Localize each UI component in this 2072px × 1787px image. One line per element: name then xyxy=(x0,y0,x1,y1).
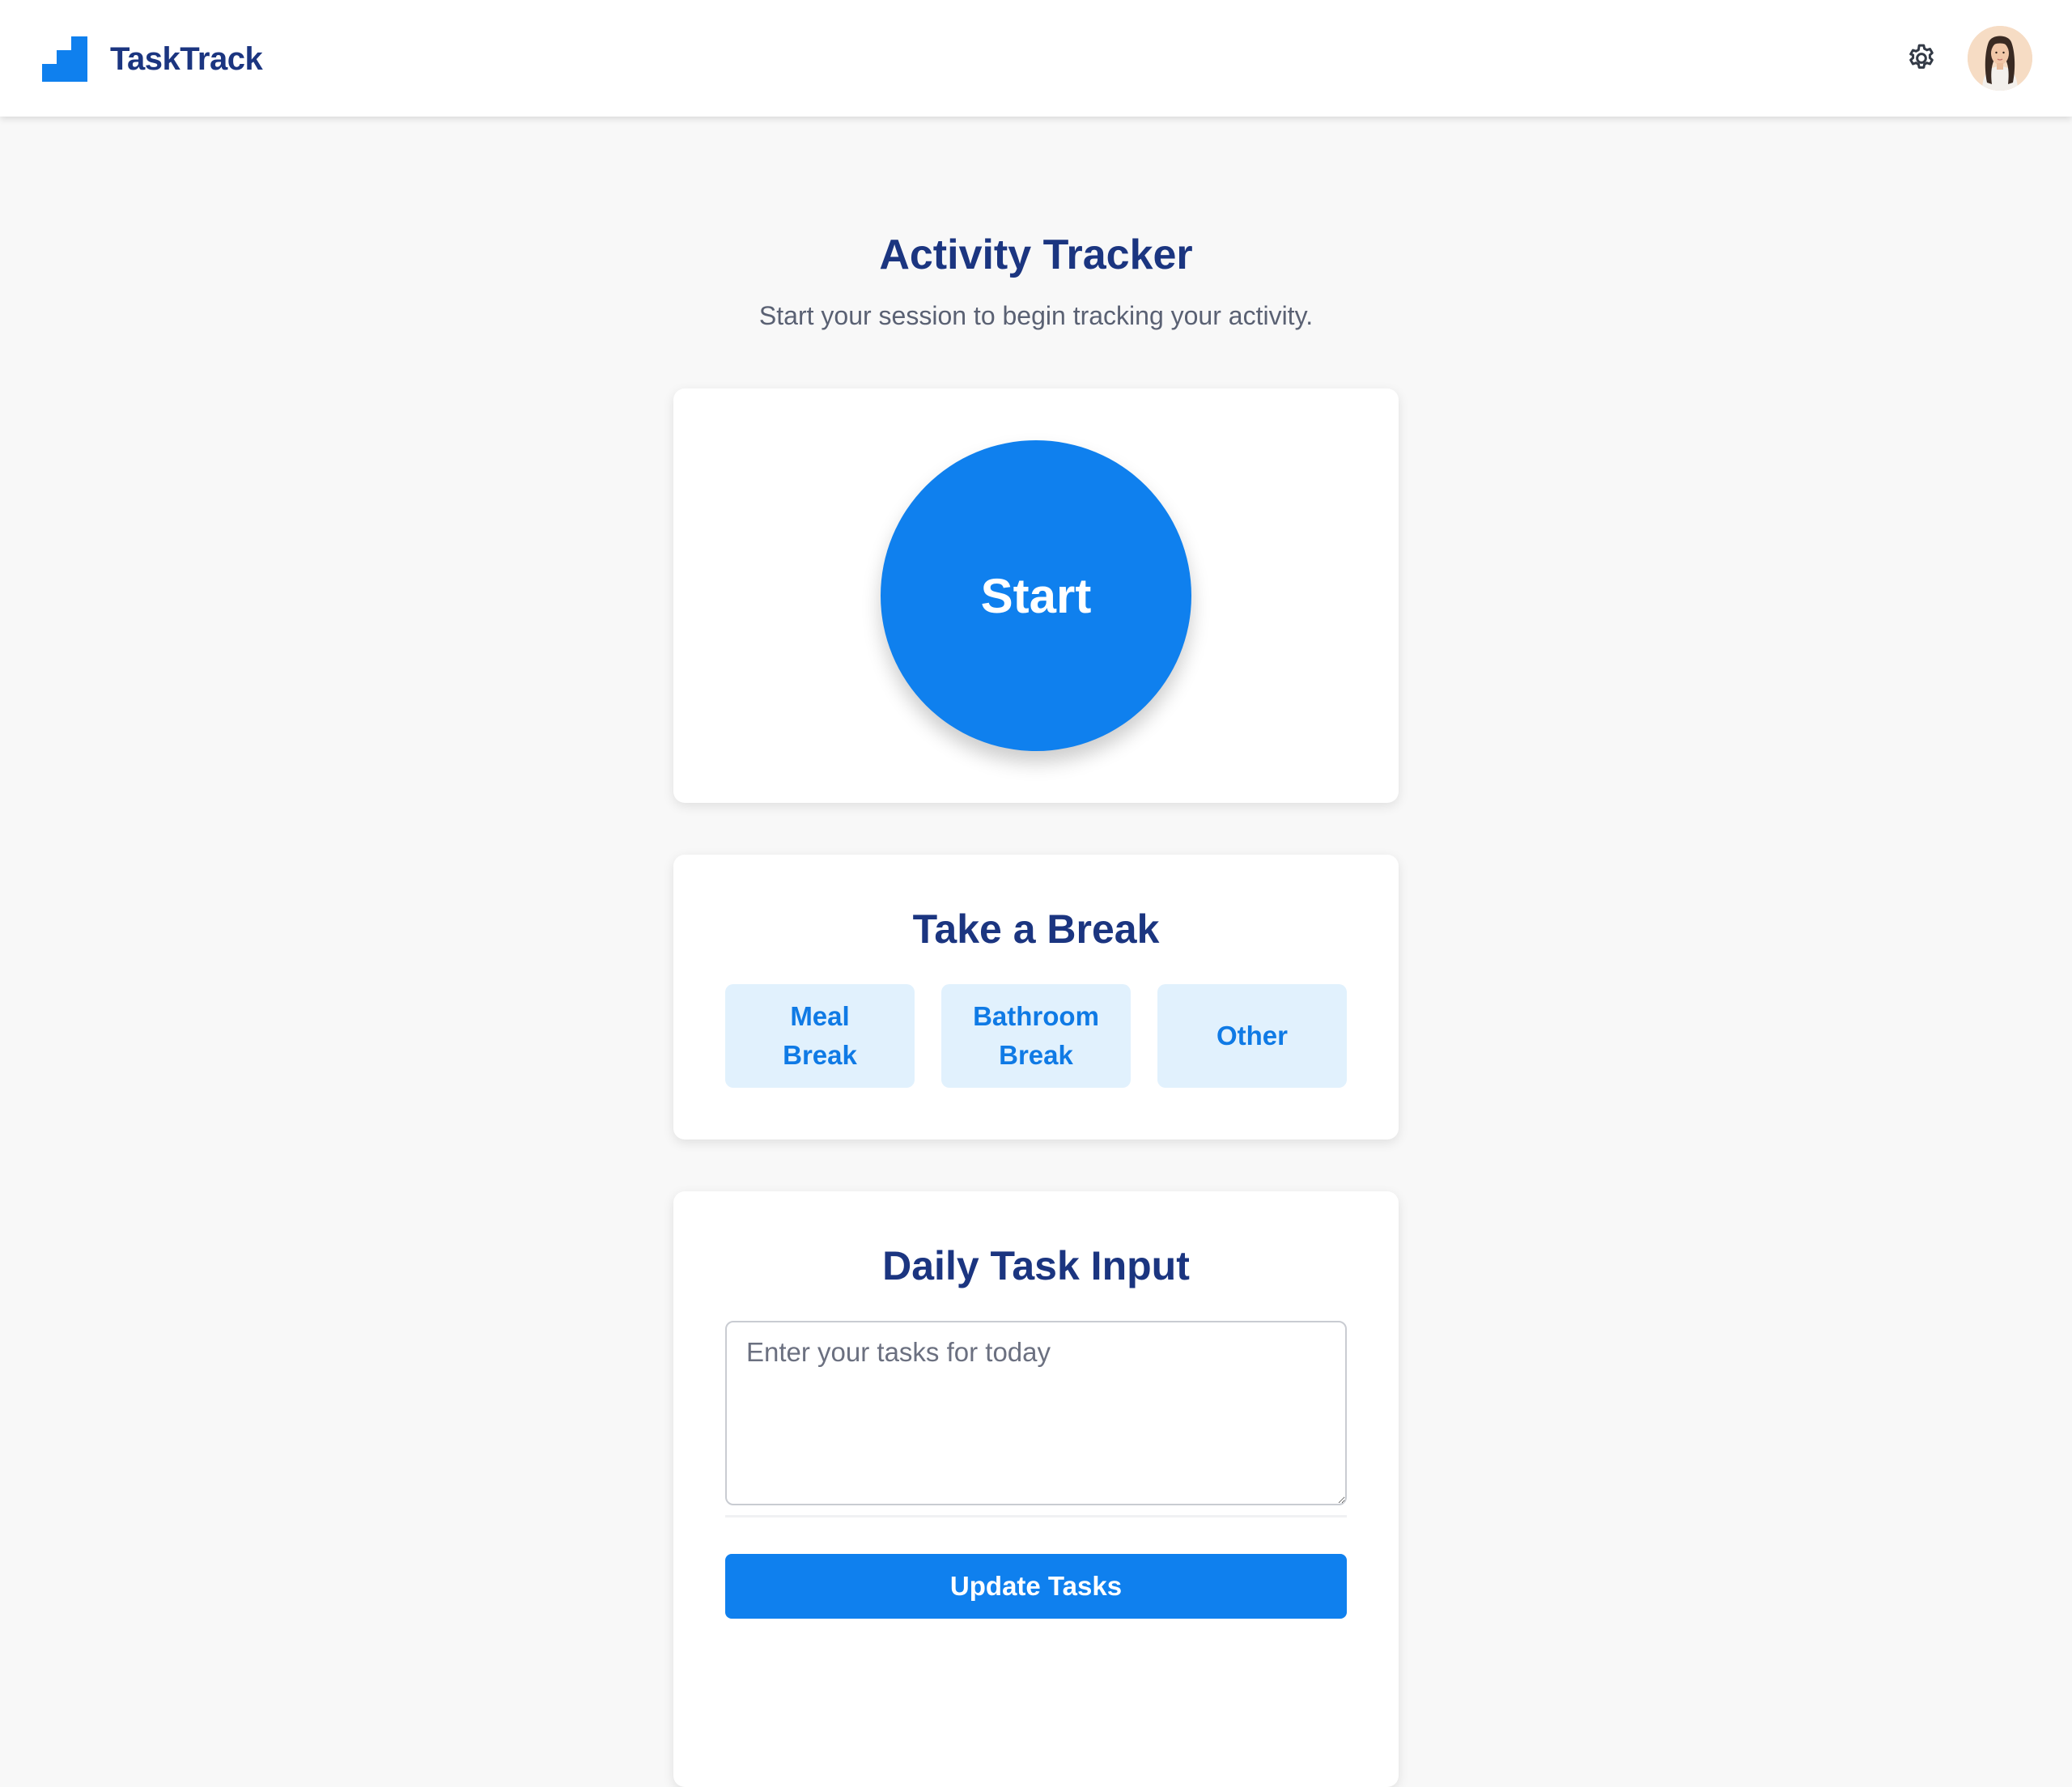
brand[interactable]: TaskTrack xyxy=(42,35,263,83)
update-tasks-button[interactable]: Update Tasks xyxy=(725,1554,1347,1619)
daily-task-heading: Daily Task Input xyxy=(882,1243,1190,1288)
bathroom-break-button[interactable]: Bathroom Break xyxy=(941,984,1131,1088)
page-subtitle: Start your session to begin tracking you… xyxy=(758,301,1314,330)
page-title: Activity Tracker xyxy=(879,231,1193,278)
user-avatar[interactable] xyxy=(1968,26,2032,91)
avatar-image xyxy=(1968,26,2032,91)
gear-icon xyxy=(1909,44,1934,69)
break-card: Take a Break Meal Break Bathroom Break O… xyxy=(673,855,1399,1140)
start-session-button[interactable]: Start xyxy=(881,440,1191,751)
session-card: Start xyxy=(673,388,1399,803)
tasks-input[interactable] xyxy=(725,1321,1347,1505)
meal-break-button[interactable]: Meal Break xyxy=(725,984,915,1088)
daily-task-card: Daily Task Input Update Tasks xyxy=(673,1191,1399,1787)
divider xyxy=(725,1515,1347,1517)
stairs-logo-icon xyxy=(42,36,87,82)
settings-button[interactable] xyxy=(1904,40,1939,76)
top-navbar: TaskTrack xyxy=(0,0,2072,117)
other-break-button[interactable]: Other xyxy=(1157,984,1347,1088)
brand-name: TaskTrack xyxy=(110,40,263,77)
break-heading: Take a Break xyxy=(912,906,1160,952)
